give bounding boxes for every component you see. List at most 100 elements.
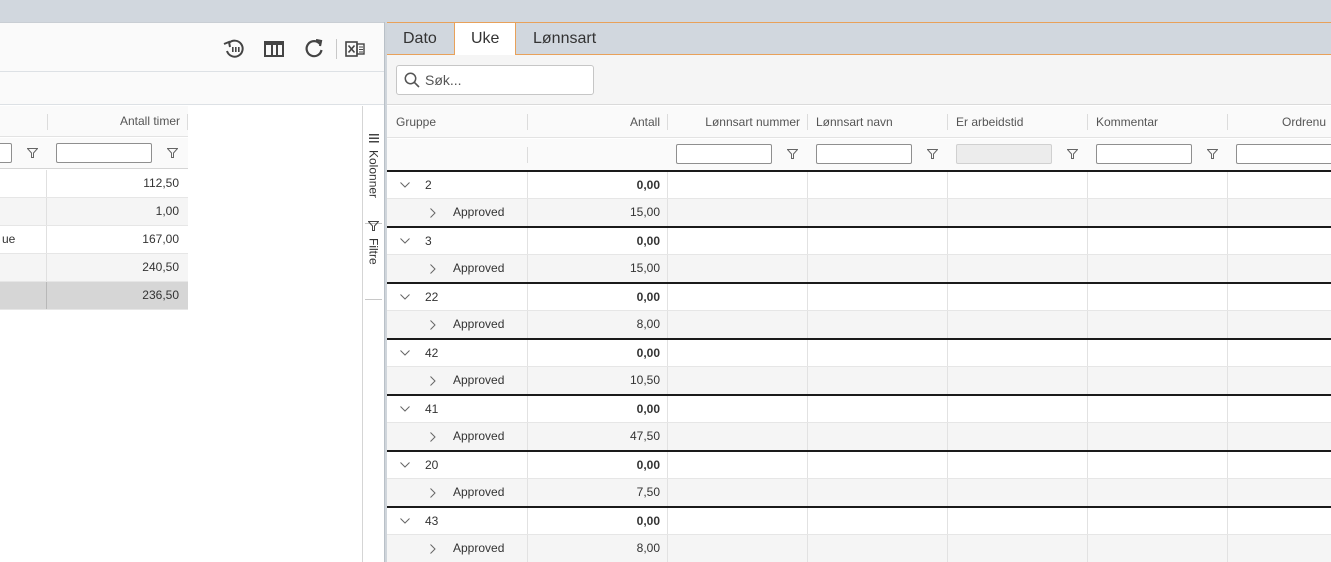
column-separator xyxy=(1227,452,1228,478)
group-row[interactable]: 22 0,00 xyxy=(387,282,1331,310)
chevron-right-icon[interactable] xyxy=(430,199,436,226)
columns-list-icon xyxy=(368,132,379,146)
group-row[interactable]: 2 0,00 xyxy=(387,170,1331,198)
table-row[interactable]: ue 167,00 xyxy=(0,226,188,254)
child-label: Approved xyxy=(453,261,505,275)
filter-input-antall-timer[interactable] xyxy=(56,143,152,163)
group-row[interactable]: 43 0,00 xyxy=(387,506,1331,534)
chevron-right-icon[interactable] xyxy=(430,255,436,282)
group-row[interactable]: 20 0,00 xyxy=(387,450,1331,478)
group-child-row[interactable]: Approved 8,00 xyxy=(387,310,1331,338)
chevron-right-icon[interactable] xyxy=(430,479,436,506)
column-separator xyxy=(807,255,808,282)
column-separator xyxy=(1227,479,1228,506)
child-value: 15,00 xyxy=(629,261,660,275)
chevron-down-icon[interactable] xyxy=(400,508,410,534)
chevron-down-icon[interactable] xyxy=(400,396,410,422)
column-header-kommentar[interactable]: Kommentar xyxy=(1096,106,1224,138)
column-separator xyxy=(1227,172,1228,198)
chevron-right-icon[interactable] xyxy=(430,367,436,394)
child-value: 15,00 xyxy=(629,205,660,219)
column-separator xyxy=(807,172,808,198)
column-separator xyxy=(807,423,808,450)
chevron-down-icon[interactable] xyxy=(400,284,410,310)
filter-input-lonnsart-nummer[interactable] xyxy=(676,144,772,164)
table-row[interactable]: 112,50 xyxy=(0,170,188,198)
excel-export-icon[interactable] xyxy=(343,37,367,61)
chevron-down-icon[interactable] xyxy=(400,452,410,478)
filter-input[interactable] xyxy=(0,143,12,163)
right-filter-row xyxy=(387,139,1331,170)
search-input[interactable] xyxy=(423,70,588,90)
table-row-selected[interactable]: 236,50 xyxy=(0,282,188,310)
filter-input-ordrenummer[interactable] xyxy=(1236,144,1331,164)
tool-sidebar: Kolonner Filtre xyxy=(362,106,384,562)
column-separator xyxy=(1227,423,1228,450)
column-header-antall[interactable]: Antall xyxy=(528,106,660,138)
column-header-ordrenummer[interactable]: Ordrenu xyxy=(1282,106,1331,138)
column-separator xyxy=(527,147,528,163)
table-cell xyxy=(0,170,47,197)
tab-dato[interactable]: Dato xyxy=(387,23,453,55)
chevron-down-icon[interactable] xyxy=(400,340,410,366)
column-header-gruppe[interactable]: Gruppe xyxy=(396,106,521,138)
child-label: Approved xyxy=(453,485,505,499)
left-grid-header: Antall timer xyxy=(0,106,188,137)
columns-icon[interactable] xyxy=(262,37,286,61)
group-child-row[interactable]: Approved 10,50 xyxy=(387,366,1331,394)
column-header-er-arbeidstid[interactable]: Er arbeidstid xyxy=(956,106,1084,138)
group-row[interactable]: 41 0,00 xyxy=(387,394,1331,422)
group-child-row[interactable]: Approved 15,00 xyxy=(387,254,1331,282)
column-separator xyxy=(947,114,948,130)
tab-uke[interactable]: Uke xyxy=(454,23,517,56)
chevron-right-icon[interactable] xyxy=(430,535,436,562)
table-cell xyxy=(0,282,47,309)
left-pane: Antall timer 112,50 1,00 ue 167,00 240,5… xyxy=(0,22,384,562)
filter-icon[interactable] xyxy=(26,147,38,159)
column-separator xyxy=(947,255,948,282)
filter-input-kommentar[interactable] xyxy=(1096,144,1192,164)
column-separator xyxy=(807,479,808,506)
group-total: 0,00 xyxy=(636,234,660,248)
search-icon xyxy=(404,72,420,91)
filter-input-lonnsart-navn[interactable] xyxy=(816,144,912,164)
filter-icon[interactable] xyxy=(1206,148,1218,160)
group-label: 2 xyxy=(425,178,432,192)
chevron-right-icon[interactable] xyxy=(430,311,436,338)
filter-icon[interactable] xyxy=(926,148,938,160)
search-box[interactable] xyxy=(396,65,594,95)
tab-lonnsart[interactable]: Lønnsart xyxy=(517,23,612,55)
history-icon[interactable] xyxy=(222,37,246,61)
child-value: 8,00 xyxy=(636,541,660,555)
group-child-row[interactable]: Approved 8,00 xyxy=(387,534,1331,562)
child-label: Approved xyxy=(453,541,505,555)
column-header-antall-timer[interactable]: Antall timer xyxy=(48,106,180,137)
group-row[interactable]: 3 0,00 xyxy=(387,226,1331,254)
group-label: 3 xyxy=(425,234,432,248)
refresh-icon[interactable] xyxy=(302,37,326,61)
filter-icon[interactable] xyxy=(786,148,798,160)
column-separator xyxy=(807,284,808,310)
group-child-row[interactable]: Approved 15,00 xyxy=(387,198,1331,226)
child-label: Approved xyxy=(453,205,505,219)
group-row[interactable]: 42 0,00 xyxy=(387,338,1331,366)
filter-icon[interactable] xyxy=(1066,148,1078,160)
column-separator xyxy=(1087,452,1088,478)
table-row[interactable]: 1,00 xyxy=(0,198,188,226)
group-child-row[interactable]: Approved 47,50 xyxy=(387,422,1331,450)
column-header-lonnsart-nummer[interactable]: Lønnsart nummer xyxy=(668,106,800,138)
table-cell-antall-timer: 240,50 xyxy=(142,260,179,274)
filter-input-er-arbeidstid xyxy=(956,144,1052,164)
chevron-down-icon[interactable] xyxy=(400,228,410,254)
table-row[interactable]: 240,50 xyxy=(0,254,188,282)
sidebar-tab-filters[interactable]: Filtre xyxy=(363,220,384,265)
column-separator xyxy=(1087,367,1088,394)
group-child-row[interactable]: Approved 7,50 xyxy=(387,478,1331,506)
sidebar-tab-columns[interactable]: Kolonner xyxy=(363,132,384,198)
filter-icon[interactable] xyxy=(166,147,178,159)
chevron-right-icon[interactable] xyxy=(430,423,436,450)
column-separator xyxy=(1087,228,1088,254)
group-label: 42 xyxy=(425,346,439,360)
column-header-lonnsart-navn[interactable]: Lønnsart navn xyxy=(816,106,944,138)
chevron-down-icon[interactable] xyxy=(400,172,410,198)
